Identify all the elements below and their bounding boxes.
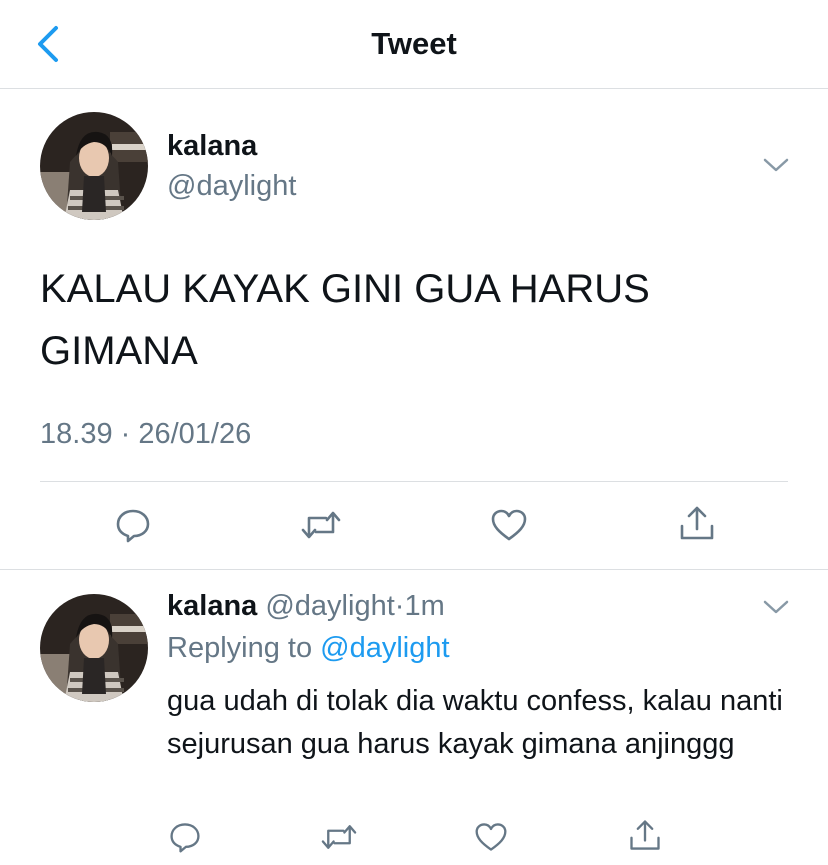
reply-more-options-button[interactable] xyxy=(762,598,790,621)
reply-header: kalana @daylight·1m xyxy=(167,590,445,623)
top-bar: Tweet xyxy=(0,0,828,89)
share-icon xyxy=(630,820,660,850)
reply-separator: · xyxy=(394,590,405,622)
replying-to-label: Replying to xyxy=(167,632,313,664)
timestamp[interactable]: 18.39 · 26/01/26 xyxy=(40,418,251,451)
reply-time: 1m xyxy=(404,590,445,622)
reply-avatar[interactable] xyxy=(40,594,148,702)
display-name[interactable]: kalana xyxy=(167,130,257,163)
retweet-button[interactable] xyxy=(300,506,342,549)
share-button[interactable] xyxy=(677,504,717,549)
caret-down-icon xyxy=(763,600,789,614)
user-handle[interactable]: @daylight xyxy=(167,170,296,203)
divider xyxy=(40,481,788,482)
replying-to: Replying to @daylight xyxy=(167,632,450,665)
page-title: Tweet xyxy=(371,26,457,61)
replying-to-link[interactable]: @daylight xyxy=(320,632,449,664)
more-options-button[interactable] xyxy=(762,156,790,179)
like-button[interactable] xyxy=(489,506,529,549)
caret-down-icon xyxy=(763,158,789,172)
retweet-icon xyxy=(321,825,357,849)
tweet-text: KALAU KAYAK GINI GUA HARUS GIMANA xyxy=(40,267,650,373)
reply-text: gua udah di tolak dia waktu confess, kal… xyxy=(167,685,783,760)
retweet-icon xyxy=(301,511,341,539)
avatar[interactable] xyxy=(40,112,148,220)
reply-icon xyxy=(170,823,200,853)
reply-like-button[interactable] xyxy=(473,820,509,859)
reply-icon xyxy=(116,509,150,543)
reply-handle[interactable]: @daylight xyxy=(265,590,394,622)
reply-button[interactable] xyxy=(114,506,152,549)
like-icon xyxy=(491,509,527,541)
reply-share-button[interactable] xyxy=(627,818,663,859)
share-icon xyxy=(680,506,714,540)
reply-display-name[interactable]: kalana xyxy=(167,590,257,622)
like-icon xyxy=(475,823,507,851)
reply-retweet-button[interactable] xyxy=(320,820,358,859)
reply-reply-button[interactable] xyxy=(168,820,202,859)
divider xyxy=(0,569,828,570)
